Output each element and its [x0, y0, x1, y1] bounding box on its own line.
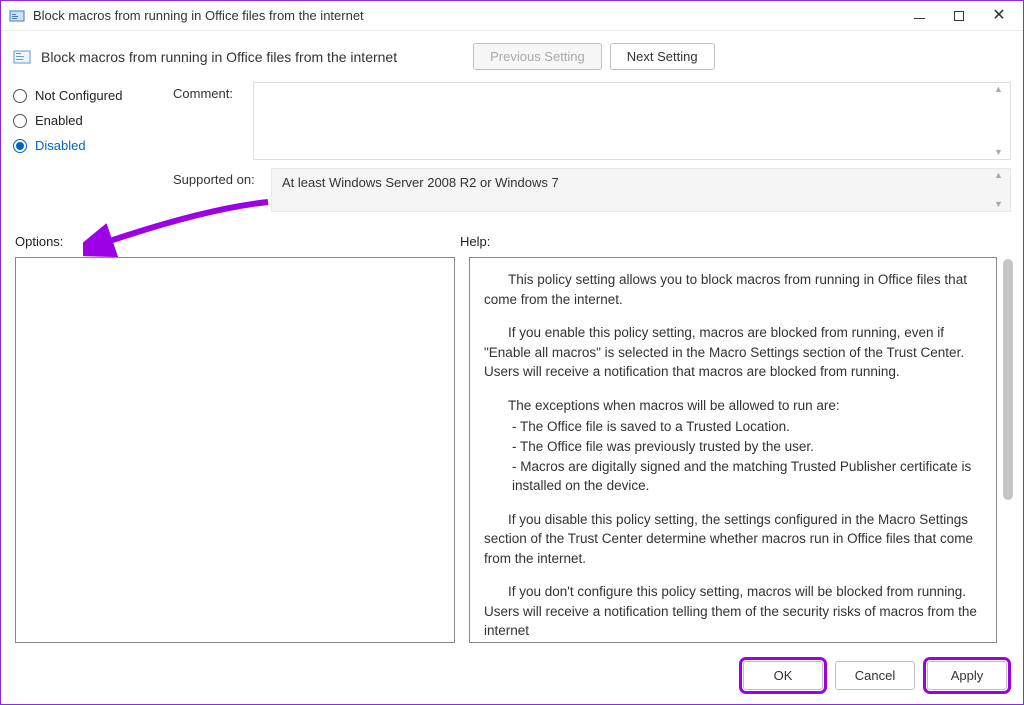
- radio-label: Disabled: [35, 138, 86, 153]
- options-panel: [15, 257, 455, 643]
- options-heading: Options:: [15, 234, 460, 249]
- scroll-down-icon[interactable]: ▼: [994, 200, 1006, 209]
- help-heading: Help:: [460, 234, 1009, 249]
- cancel-button[interactable]: Cancel: [835, 661, 915, 690]
- help-paragraph: The exceptions when macros will be allow…: [484, 396, 982, 416]
- close-button[interactable]: ✕: [979, 2, 1019, 30]
- app-icon: [9, 8, 25, 24]
- comment-label: Comment:: [173, 82, 253, 101]
- next-setting-button[interactable]: Next Setting: [610, 43, 715, 70]
- help-list-item: - The Office file was previously trusted…: [512, 437, 982, 457]
- policy-icon: [13, 48, 31, 66]
- maximize-button[interactable]: [939, 2, 979, 30]
- dialog-footer: OK Cancel Apply: [1, 653, 1023, 704]
- radio-label: Enabled: [35, 113, 83, 128]
- policy-fields: Comment: ▲ ▼ Supported on: At least Wind…: [173, 82, 1011, 220]
- policy-header: Block macros from running in Office file…: [1, 31, 1023, 76]
- help-list-item: - The Office file is saved to a Trusted …: [512, 417, 982, 437]
- radio-icon: [13, 89, 27, 103]
- titlebar: Block macros from running in Office file…: [1, 1, 1023, 31]
- help-paragraph: If you enable this policy setting, macro…: [484, 323, 982, 382]
- radio-icon: [13, 114, 27, 128]
- help-paragraph: If you disable this policy setting, the …: [484, 510, 982, 569]
- radio-icon: [13, 139, 27, 153]
- policy-editor-window: Block macros from running in Office file…: [0, 0, 1024, 705]
- minimize-button[interactable]: [899, 2, 939, 30]
- scrollbar-thumb[interactable]: [1003, 259, 1013, 500]
- policy-state-section: Not Configured Enabled Disabled Comment:: [1, 76, 1023, 220]
- supported-on-row: Supported on: At least Windows Server 20…: [173, 168, 1011, 212]
- panel-headers: Options: Help:: [1, 220, 1023, 253]
- comment-row: Comment: ▲ ▼: [173, 82, 1011, 160]
- panels-row: This policy setting allows you to block …: [1, 253, 1023, 653]
- radio-label: Not Configured: [35, 88, 122, 103]
- help-paragraph: This policy setting allows you to block …: [484, 270, 982, 309]
- state-radio-group: Not Configured Enabled Disabled: [13, 82, 173, 220]
- apply-button[interactable]: Apply: [927, 661, 1007, 690]
- help-list-item: - Macros are digitally signed and the ma…: [512, 457, 982, 496]
- help-panel: This policy setting allows you to block …: [469, 257, 997, 643]
- scroll-up-icon[interactable]: ▲: [994, 85, 1006, 94]
- comment-textarea[interactable]: ▲ ▼: [253, 82, 1011, 160]
- radio-enabled[interactable]: Enabled: [13, 113, 173, 128]
- outer-scrollbar[interactable]: [1003, 259, 1013, 647]
- previous-setting-button[interactable]: Previous Setting: [473, 43, 602, 70]
- supported-on-text: At least Windows Server 2008 R2 or Windo…: [282, 175, 559, 190]
- radio-disabled[interactable]: Disabled: [13, 138, 173, 153]
- supported-on-value: At least Windows Server 2008 R2 or Windo…: [271, 168, 1011, 212]
- supported-on-label: Supported on:: [173, 168, 271, 187]
- window-title: Block macros from running in Office file…: [33, 8, 899, 23]
- policy-name: Block macros from running in Office file…: [41, 49, 397, 65]
- scroll-up-icon[interactable]: ▲: [994, 171, 1006, 180]
- scroll-down-icon[interactable]: ▼: [994, 148, 1006, 157]
- help-paragraph: If you don't configure this policy setti…: [484, 582, 982, 641]
- setting-navigation: Previous Setting Next Setting: [473, 43, 715, 70]
- ok-button[interactable]: OK: [743, 661, 823, 690]
- radio-not-configured[interactable]: Not Configured: [13, 88, 173, 103]
